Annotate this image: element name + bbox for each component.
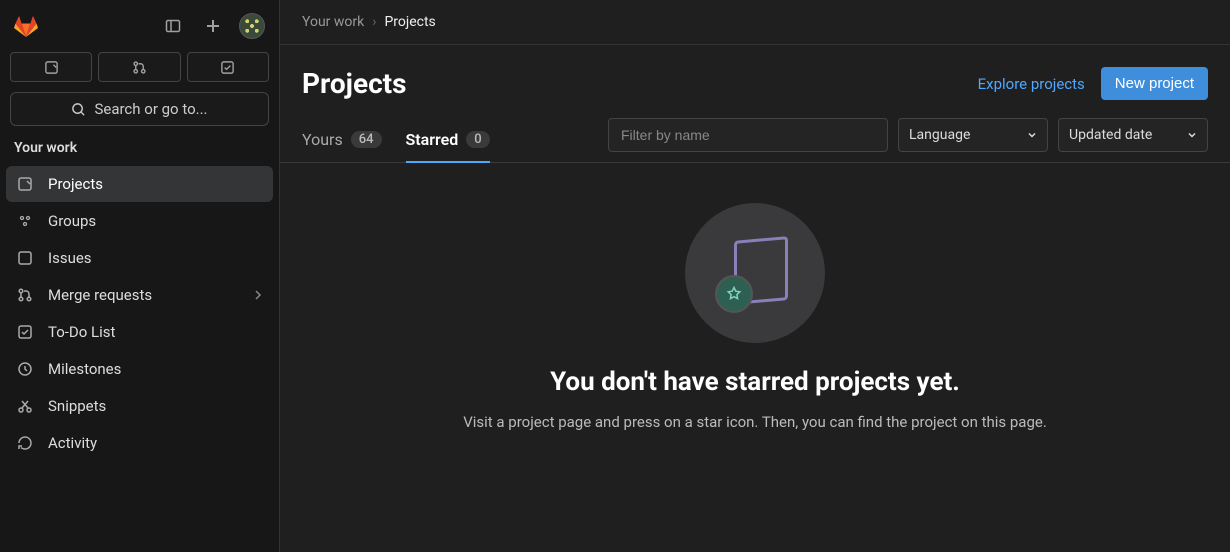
sidebar-item-groups[interactable]: Groups: [6, 203, 273, 239]
filter-group: Language Updated date: [608, 118, 1208, 162]
page-title: Projects: [302, 67, 407, 100]
activity-icon: [16, 434, 34, 452]
filter-name-input[interactable]: [608, 118, 888, 152]
tab-yours[interactable]: Yours 64: [302, 118, 382, 163]
page-header: Projects Explore projects New project: [280, 45, 1230, 118]
select-label: Language: [909, 127, 970, 143]
empty-state: You don't have starred projects yet. Vis…: [280, 163, 1230, 552]
gitlab-logo[interactable]: [14, 14, 38, 38]
groups-icon: [16, 212, 34, 230]
chevron-down-icon: [1027, 130, 1037, 140]
tab-starred[interactable]: Starred 0: [406, 118, 490, 163]
search-button[interactable]: Search or go to...: [10, 92, 269, 126]
shortcut-issues[interactable]: [10, 52, 92, 82]
sidebar-item-snippets[interactable]: Snippets: [6, 388, 273, 424]
breadcrumb-current: Projects: [384, 14, 435, 30]
sidebar-item-merge-requests[interactable]: Merge requests: [6, 277, 273, 313]
panel-icon[interactable]: [159, 12, 187, 40]
search-label: Search or go to...: [94, 100, 207, 118]
shortcut-row: [0, 52, 279, 92]
tabs-row: Yours 64 Starred 0 Language Updated date: [280, 118, 1230, 163]
empty-illustration: [685, 203, 825, 343]
new-project-button[interactable]: New project: [1101, 67, 1208, 100]
merge-icon: [16, 286, 34, 304]
sidebar-top: [0, 0, 279, 52]
sidebar-item-activity[interactable]: Activity: [6, 425, 273, 461]
empty-title: You don't have starred projects yet.: [550, 367, 960, 397]
avatar[interactable]: [239, 13, 265, 39]
sidebar-item-issues[interactable]: Issues: [6, 240, 273, 276]
explore-projects-link[interactable]: Explore projects: [978, 75, 1085, 93]
tab-count: 0: [466, 131, 489, 148]
shortcut-todo[interactable]: [187, 52, 269, 82]
plus-icon[interactable]: [199, 12, 227, 40]
sidebar-item-milestones[interactable]: Milestones: [6, 351, 273, 387]
tab-label: Yours: [302, 130, 343, 149]
tab-label: Starred: [406, 130, 459, 149]
star-icon: [715, 275, 753, 313]
select-label: Updated date: [1069, 127, 1152, 143]
issues-icon: [16, 249, 34, 267]
chevron-right-icon: [253, 290, 263, 300]
sidebar-item-label: Milestones: [48, 360, 121, 378]
clock-icon: [16, 360, 34, 378]
sidebar-item-label: To-Do List: [48, 323, 115, 341]
language-select[interactable]: Language: [898, 118, 1048, 152]
sidebar: Search or go to... Your work Projects Gr…: [0, 0, 280, 552]
todo-icon: [16, 323, 34, 341]
tab-count: 64: [351, 131, 382, 148]
sidebar-item-label: Merge requests: [48, 286, 152, 304]
empty-description: Visit a project page and press on a star…: [463, 411, 1047, 434]
sidebar-item-label: Groups: [48, 212, 96, 230]
snippets-icon: [16, 397, 34, 415]
section-label: Your work: [0, 140, 279, 166]
chevron-right-icon: ›: [372, 14, 376, 30]
sidebar-item-label: Snippets: [48, 397, 106, 415]
chevron-down-icon: [1187, 130, 1197, 140]
sidebar-item-label: Issues: [48, 249, 92, 267]
sort-select[interactable]: Updated date: [1058, 118, 1208, 152]
breadcrumb: Your work › Projects: [280, 0, 1230, 45]
sidebar-item-label: Projects: [48, 175, 103, 193]
main-content: Your work › Projects Projects Explore pr…: [280, 0, 1230, 552]
sidebar-item-label: Activity: [48, 434, 97, 452]
shortcut-merge[interactable]: [98, 52, 180, 82]
search-icon: [71, 102, 86, 117]
project-icon: [16, 175, 34, 193]
breadcrumb-parent[interactable]: Your work: [302, 14, 364, 30]
sidebar-item-todo[interactable]: To-Do List: [6, 314, 273, 350]
sidebar-item-projects[interactable]: Projects: [6, 166, 273, 202]
nav-list: Projects Groups Issues Merge requests To…: [0, 166, 279, 462]
